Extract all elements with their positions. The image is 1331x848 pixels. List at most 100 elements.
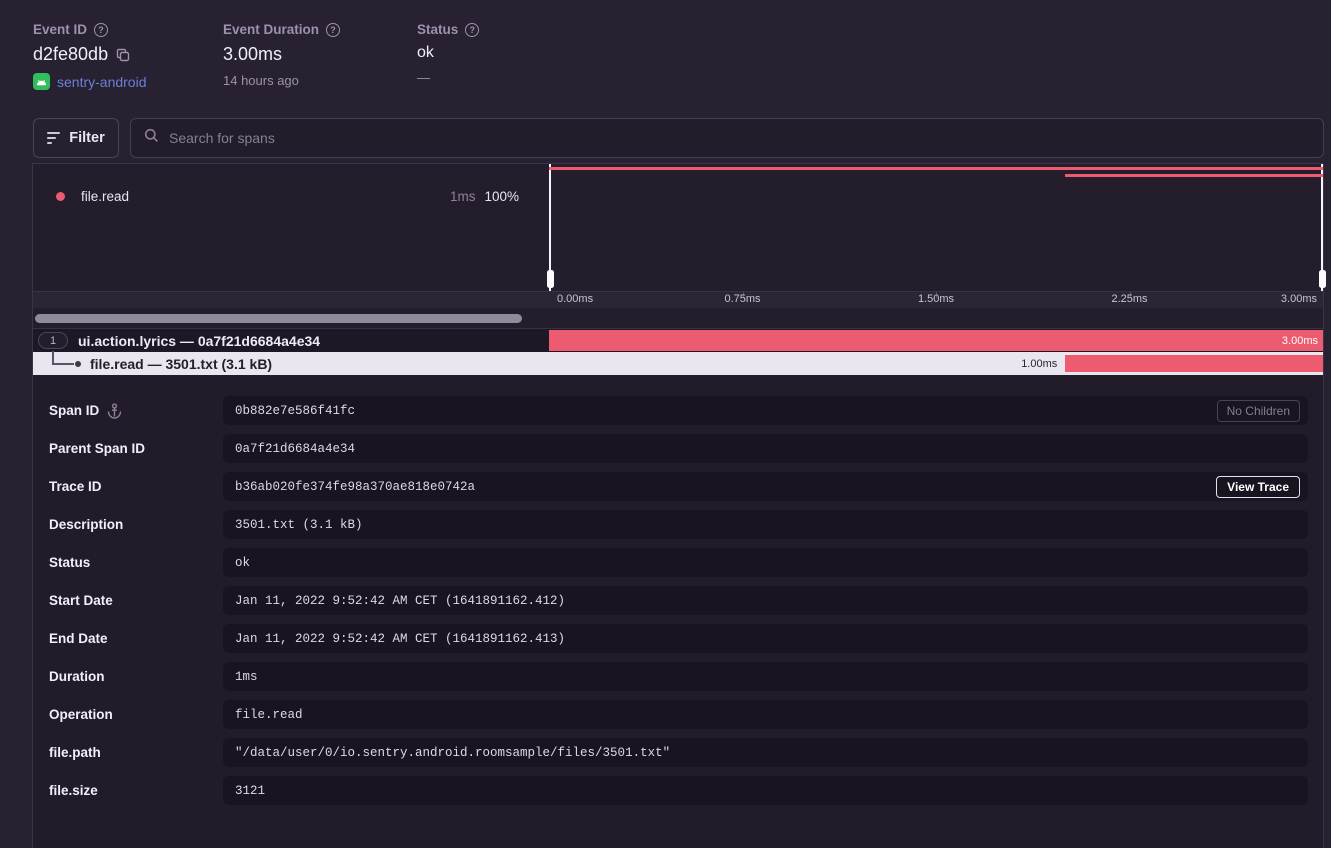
detail-row: End DateJan 11, 2022 9:52:42 AM CET (164… bbox=[49, 624, 1308, 653]
help-icon[interactable]: ? bbox=[465, 23, 479, 37]
minimap-right-handle[interactable] bbox=[1319, 270, 1326, 288]
tree-leaf-dot bbox=[75, 361, 81, 367]
detail-row: Operationfile.read bbox=[49, 700, 1308, 729]
detail-row: Parent Span ID0a7f21d6684a4e34 bbox=[49, 434, 1308, 463]
view-trace-button[interactable]: View Trace bbox=[1216, 476, 1300, 498]
status-label-text: Status bbox=[417, 22, 458, 37]
span-row-label-cell: 1 ui.action.lyrics — 0a7f21d6684a4e34 bbox=[33, 329, 549, 352]
ops-breakdown-panel: file.read 1ms 100% bbox=[33, 164, 549, 291]
detail-label: Start Date bbox=[49, 593, 223, 608]
detail-label: End Date bbox=[49, 631, 223, 646]
trace-view: file.read 1ms 100% 0.00ms 0.75ms 1.50ms 2.2… bbox=[32, 163, 1324, 848]
detail-row: file.path"/data/user/0/io.sentry.android… bbox=[49, 738, 1308, 767]
detail-label: Description bbox=[49, 517, 223, 532]
axis-tick-label: 0.00ms bbox=[557, 293, 593, 305]
detail-value: b36ab020fe374fe98a370ae818e0742aView Tra… bbox=[223, 472, 1308, 501]
time-axis: 0.00ms 0.75ms 1.50ms 2.25ms 3.00ms bbox=[33, 291, 1323, 308]
event-duration-value: 3.00ms bbox=[223, 44, 282, 65]
span-tree-scrollbar-track bbox=[33, 308, 1323, 329]
detail-row: file.size3121 bbox=[49, 776, 1308, 805]
detail-value: 3501.txt (3.1 kB) bbox=[223, 510, 1308, 539]
detail-value: ok bbox=[223, 548, 1308, 577]
detail-row: Description3501.txt (3.1 kB) bbox=[49, 510, 1308, 539]
help-icon[interactable]: ? bbox=[94, 23, 108, 37]
span-children-badge[interactable]: 1 bbox=[38, 332, 68, 349]
project-link[interactable]: sentry-android bbox=[57, 74, 147, 90]
span-duration-bar bbox=[1065, 355, 1323, 372]
android-platform-icon bbox=[33, 73, 50, 90]
span-duration-label: 1.00ms bbox=[1021, 358, 1057, 370]
event-duration-label-text: Event Duration bbox=[223, 22, 319, 37]
detail-value: Jan 11, 2022 9:52:42 AM CET (1641891162.… bbox=[223, 586, 1308, 615]
span-row[interactable]: 1 ui.action.lyrics — 0a7f21d6684a4e34 3.00… bbox=[33, 329, 1323, 352]
detail-value: 1ms bbox=[223, 662, 1308, 691]
detail-row: Duration1ms bbox=[49, 662, 1308, 691]
status-sub: — bbox=[417, 70, 430, 85]
event-duration-label: Event Duration ? bbox=[223, 22, 340, 37]
detail-label: Operation bbox=[49, 707, 223, 722]
span-row-label-cell: file.read — 3501.txt (3.1 kB) bbox=[33, 352, 549, 375]
filter-button[interactable]: Filter bbox=[33, 118, 119, 158]
copy-icon[interactable] bbox=[116, 48, 130, 62]
detail-value: 0b882e7e586f41fcNo Children bbox=[223, 396, 1308, 425]
minimap-span-bar bbox=[549, 167, 1323, 170]
status-value: ok bbox=[417, 44, 434, 62]
detail-row: Statusok bbox=[49, 548, 1308, 577]
ops-breakdown-row[interactable]: file.read 1ms 100% bbox=[33, 186, 549, 206]
anchor-icon[interactable] bbox=[107, 403, 122, 419]
detail-value: "/data/user/0/io.sentry.android.roomsamp… bbox=[223, 738, 1308, 767]
toolbar: Filter bbox=[33, 118, 1324, 158]
axis-tick-label: 0.75ms bbox=[724, 293, 760, 305]
axis-tick-label: 2.25ms bbox=[1111, 293, 1147, 305]
detail-label: Parent Span ID bbox=[49, 441, 223, 456]
detail-row: Trace IDb36ab020fe374fe98a370ae818e0742a… bbox=[49, 472, 1308, 501]
detail-label: file.size bbox=[49, 783, 223, 798]
span-row[interactable]: file.read — 3501.txt (3.1 kB) 1.00ms bbox=[33, 352, 1323, 375]
detail-value: 0a7f21d6684a4e34 bbox=[223, 434, 1308, 463]
no-children-badge[interactable]: No Children bbox=[1217, 400, 1300, 422]
axis-tick-label: 1.50ms bbox=[918, 293, 954, 305]
detail-label: Status bbox=[49, 555, 223, 570]
detail-value: file.read bbox=[223, 700, 1308, 729]
status-column: Status ? ok — bbox=[417, 22, 479, 85]
trace-minimap[interactable]: file.read 1ms 100% bbox=[33, 164, 1323, 291]
detail-label: Span ID bbox=[49, 403, 223, 419]
span-row-title: file.read — 3501.txt (3.1 kB) bbox=[90, 356, 272, 372]
detail-row: Span ID0b882e7e586f41fcNo Children bbox=[49, 396, 1308, 425]
detail-value: 3121 bbox=[223, 776, 1308, 805]
search-icon bbox=[144, 128, 159, 148]
minimap-left-handle[interactable] bbox=[547, 270, 554, 288]
detail-label: Trace ID bbox=[49, 479, 223, 494]
minimap-timeline[interactable] bbox=[549, 164, 1323, 291]
op-name: file.read bbox=[81, 189, 129, 204]
tree-connector bbox=[52, 363, 74, 365]
span-duration-label: 3.00ms bbox=[1282, 335, 1318, 347]
span-details-panel: Span ID0b882e7e586f41fcNo Children Parent… bbox=[33, 375, 1323, 848]
span-row-title: ui.action.lyrics — 0a7f21d6684a4e34 bbox=[78, 333, 320, 349]
filter-icon bbox=[47, 132, 60, 144]
detail-label: file.path bbox=[49, 745, 223, 760]
status-label: Status ? bbox=[417, 22, 479, 37]
event-id-value: d2fe80db bbox=[33, 44, 108, 65]
axis-tick-label: 3.00ms bbox=[1281, 293, 1317, 305]
op-percent: 100% bbox=[484, 189, 519, 204]
event-duration-column: Event Duration ? 3.00ms 14 hours ago bbox=[223, 22, 340, 88]
detail-row: Start DateJan 11, 2022 9:52:42 AM CET (1… bbox=[49, 586, 1308, 615]
event-id-column: Event ID ? d2fe80db sentry-android bbox=[33, 22, 147, 90]
event-id-label-text: Event ID bbox=[33, 22, 87, 37]
span-row-track: 3.00ms bbox=[549, 329, 1323, 352]
search-input[interactable] bbox=[169, 130, 1310, 146]
detail-label: Duration bbox=[49, 669, 223, 684]
span-duration-bar: 3.00ms bbox=[549, 330, 1323, 351]
detail-value: Jan 11, 2022 9:52:42 AM CET (1641891162.… bbox=[223, 624, 1308, 653]
filter-button-label: Filter bbox=[69, 130, 104, 146]
help-icon[interactable]: ? bbox=[326, 23, 340, 37]
span-tree-scrollbar[interactable] bbox=[35, 314, 522, 323]
event-duration-ago: 14 hours ago bbox=[223, 73, 299, 88]
span-row-track: 1.00ms bbox=[549, 352, 1323, 375]
minimap-span-bar bbox=[1065, 174, 1323, 177]
op-duration: 1ms bbox=[450, 189, 476, 204]
event-id-label: Event ID ? bbox=[33, 22, 147, 37]
search-box bbox=[130, 118, 1324, 158]
op-color-dot bbox=[56, 192, 65, 201]
